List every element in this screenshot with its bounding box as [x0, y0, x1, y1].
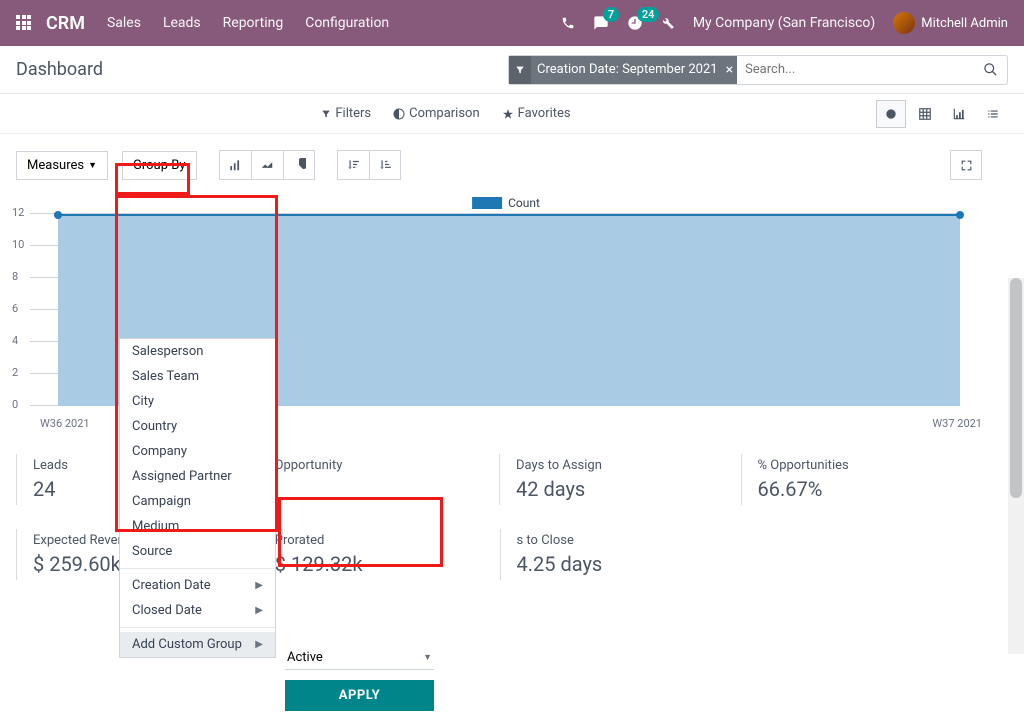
filters-button[interactable]: Filters	[321, 106, 371, 121]
x-tick: W36 2021	[40, 417, 90, 430]
wrench-icon[interactable]	[661, 16, 675, 30]
scrollbar[interactable]	[1008, 278, 1024, 654]
apps-icon[interactable]	[16, 15, 32, 31]
data-point[interactable]	[956, 211, 964, 219]
company-selector[interactable]: My Company (San Francisco)	[693, 15, 875, 31]
nav-leads[interactable]: Leads	[163, 15, 201, 31]
kpi-value: 4.25 days	[517, 552, 726, 576]
chat-badge: 7	[603, 7, 619, 22]
clock-icon[interactable]: 24	[627, 15, 643, 31]
chevron-right-icon: ▶	[255, 639, 263, 650]
control-panel: Dashboard Creation Date: September 2021 …	[0, 46, 1024, 94]
custom-group-panel: ▼ APPLY	[277, 642, 442, 719]
chat-icon[interactable]: 7	[593, 15, 609, 31]
view-table[interactable]	[910, 100, 940, 128]
clock-badge: 24	[637, 7, 660, 22]
facet-remove[interactable]: ×	[726, 62, 733, 78]
search-icon[interactable]	[973, 62, 1007, 77]
dd-closed-date[interactable]: Closed Date▶	[120, 598, 275, 623]
nav-configuration[interactable]: Configuration	[305, 15, 389, 31]
scroll-thumb[interactable]	[1010, 278, 1022, 498]
search-input[interactable]	[737, 62, 973, 77]
top-navbar: CRM Sales Leads Reporting Configuration …	[0, 0, 1024, 46]
dd-company[interactable]: Company	[120, 439, 275, 464]
dd-source[interactable]: Source	[120, 539, 275, 564]
legend-swatch	[472, 197, 502, 209]
user-menu[interactable]: Mitchell Admin	[893, 12, 1008, 34]
expand-icon[interactable]	[950, 150, 982, 180]
dd-city[interactable]: City	[120, 389, 275, 414]
dd-medium[interactable]: Medium	[120, 514, 275, 539]
x-tick: W37 2021	[932, 417, 982, 430]
chart-legend: Count	[472, 196, 540, 210]
measures-button[interactable]: Measures▼	[16, 151, 108, 180]
search-bar: Creation Date: September 2021 ×	[508, 55, 1008, 85]
filter-icon	[509, 56, 531, 84]
chevron-right-icon: ▶	[255, 605, 263, 616]
view-graph[interactable]	[944, 100, 974, 128]
groupby-button[interactable]: Group By	[122, 151, 197, 180]
nav-reporting[interactable]: Reporting	[223, 15, 284, 31]
dd-sales-team[interactable]: Sales Team	[120, 364, 275, 389]
apply-button[interactable]: APPLY	[285, 680, 434, 711]
page-title: Dashboard	[16, 59, 103, 80]
sort-desc-icon[interactable]	[337, 150, 369, 180]
view-list[interactable]	[978, 100, 1008, 128]
kpi-value: 66.67%	[758, 477, 967, 501]
dd-assigned-partner[interactable]: Assigned Partner	[120, 464, 275, 489]
view-dashboard[interactable]	[876, 100, 906, 128]
kpi-title: Days to Assign	[516, 458, 725, 473]
kpi-value: $ 129.32k	[275, 552, 484, 576]
kpi-title: Prorated	[275, 533, 484, 548]
dd-salesperson[interactable]: Salesperson	[120, 339, 275, 364]
chevron-right-icon: ▶	[255, 580, 263, 591]
phone-icon[interactable]	[561, 16, 575, 30]
favorites-button[interactable]: Favorites	[502, 106, 571, 121]
data-point[interactable]	[54, 211, 62, 219]
kpi-value: 42 days	[516, 477, 725, 501]
dd-campaign[interactable]: Campaign	[120, 489, 275, 514]
groupby-dropdown: Salesperson Sales Team City Country Comp…	[119, 338, 276, 658]
custom-field-select[interactable]	[285, 646, 434, 670]
kpi-title: Opportunity	[275, 458, 484, 473]
graph-toolbar: Measures▼ Group By	[16, 150, 982, 180]
comparison-button[interactable]: Comparison	[393, 106, 480, 121]
bar-chart-icon[interactable]	[219, 150, 251, 180]
filter-bar: Filters Comparison Favorites	[0, 94, 1024, 134]
kpi-title: % Opportunities	[758, 458, 967, 473]
dd-creation-date[interactable]: Creation Date▶	[120, 573, 275, 598]
user-name: Mitchell Admin	[921, 16, 1008, 31]
brand[interactable]: CRM	[46, 13, 85, 34]
nav-sales[interactable]: Sales	[107, 15, 141, 31]
pie-chart-icon[interactable]	[283, 150, 315, 180]
avatar	[893, 12, 915, 34]
line-chart-icon[interactable]	[251, 150, 283, 180]
dd-add-custom-group[interactable]: Add Custom Group▶	[120, 632, 275, 657]
sort-asc-icon[interactable]	[369, 150, 401, 180]
filter-facet[interactable]: Creation Date: September 2021 ×	[509, 56, 737, 84]
kpi-title: s to Close	[517, 533, 726, 548]
facet-label: Creation Date: September 2021	[537, 62, 718, 77]
dd-country[interactable]: Country	[120, 414, 275, 439]
